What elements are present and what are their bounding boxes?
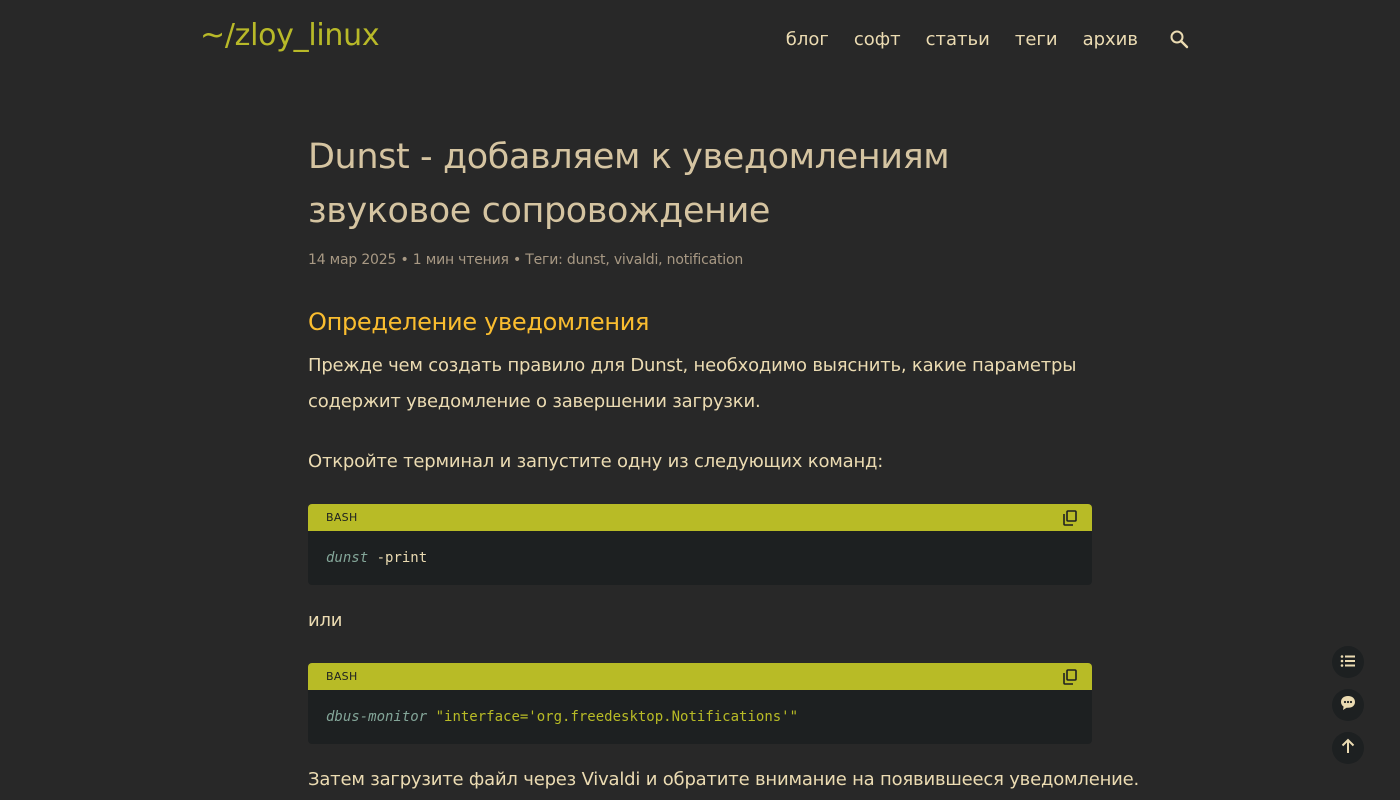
paragraph-or: или xyxy=(308,610,343,631)
nav-item-blog[interactable]: блог xyxy=(786,29,829,50)
code-command: dunst xyxy=(326,550,369,566)
copy-icon[interactable] xyxy=(1062,509,1078,526)
back-to-top-button[interactable] xyxy=(1332,732,1364,764)
code-language-label: BASH xyxy=(326,670,358,683)
paragraph-instructions: Откройте терминал и запустите одну из сл… xyxy=(308,451,884,472)
code-command: dbus-monitor xyxy=(326,709,428,725)
post-date: 14 мар 2025 xyxy=(308,252,397,268)
post-title: Dunst - добавляем к уведомлениям звуково… xyxy=(308,137,950,231)
code-args: -print xyxy=(368,550,428,566)
toc-button[interactable] xyxy=(1332,646,1364,678)
nav-item-archive[interactable]: архив xyxy=(1083,29,1138,50)
nav-item-tags[interactable]: теги xyxy=(1015,29,1058,50)
comments-button[interactable] xyxy=(1332,689,1364,721)
code-args xyxy=(427,709,435,725)
paragraph-next-step: Затем загрузите файл через Vivaldi и обр… xyxy=(308,769,1140,790)
search-icon[interactable] xyxy=(1168,28,1190,50)
post-tag-vivaldi[interactable]: vivaldi xyxy=(614,252,659,268)
site-logo[interactable]: ~/zloy_linux xyxy=(200,18,380,53)
post-tag-dunst[interactable]: dunst xyxy=(567,252,606,268)
code-body[interactable]: dbus-monitor "interface='org.freedesktop… xyxy=(308,690,1092,744)
post-tag-notification[interactable]: notification xyxy=(667,252,744,268)
paragraph-intro: Прежде чем создать правило для Dunst, не… xyxy=(308,355,1077,412)
article: Dunst - добавляем к уведомлениям звуково… xyxy=(308,130,1139,790)
code-block: BASH dbus-monitor "interface='org.freede… xyxy=(308,663,1092,744)
code-block: BASH dunst -print xyxy=(308,504,1092,585)
section-heading: Определение уведомления xyxy=(308,308,650,336)
code-body[interactable]: dunst -print xyxy=(308,531,1092,585)
code-language-label: BASH xyxy=(326,511,358,524)
nav-item-software[interactable]: софт xyxy=(854,29,901,50)
code-string: "interface='org.freedesktop.Notification… xyxy=(435,709,799,725)
main-nav: блог софт статьи теги архив xyxy=(761,28,1190,50)
comment-icon xyxy=(1339,694,1357,716)
post-meta: 14 мар 2025 • 1 мин чтения • Теги: dunst… xyxy=(308,252,744,268)
site-header: ~/zloy_linux блог софт статьи теги архив xyxy=(0,0,1400,80)
arrow-up-icon xyxy=(1341,738,1355,758)
code-header: BASH xyxy=(308,504,1092,531)
nav-item-articles[interactable]: статьи xyxy=(926,29,990,50)
code-header: BASH xyxy=(308,663,1092,690)
copy-icon[interactable] xyxy=(1062,668,1078,685)
post-tags-label: Теги: xyxy=(525,252,563,268)
post-read-time: 1 мин чтения xyxy=(412,252,509,268)
meta-separator: • xyxy=(512,252,522,268)
list-icon xyxy=(1340,653,1356,672)
meta-separator: • xyxy=(400,252,409,268)
